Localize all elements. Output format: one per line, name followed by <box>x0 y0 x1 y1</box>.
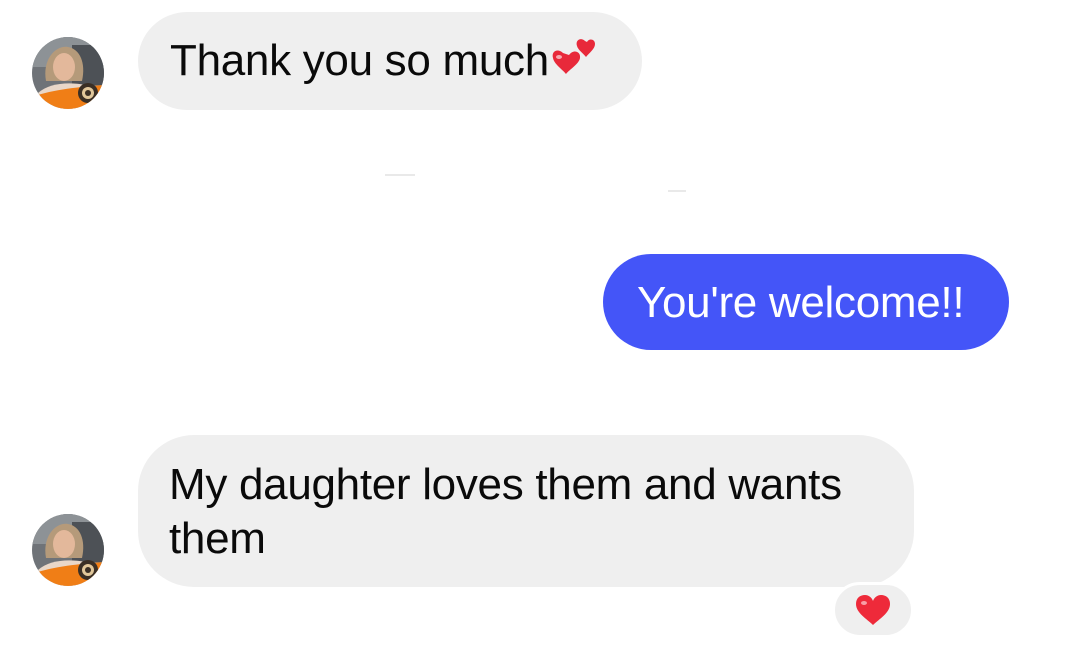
message-bubble-incoming[interactable]: Thank you so much <box>138 12 642 110</box>
message-bubble-outgoing[interactable]: You're welcome!! <box>603 254 1009 350</box>
avatar-photo-icon <box>32 37 104 109</box>
contact-avatar[interactable] <box>32 514 104 586</box>
message-text: Thank you so much <box>170 36 549 85</box>
avatar-photo-icon <box>32 514 104 586</box>
separator-mark <box>385 174 415 176</box>
red-heart-icon <box>856 595 890 625</box>
message-reaction[interactable] <box>832 582 914 638</box>
message-text: You're welcome!! <box>637 278 965 327</box>
message-text: My daughter loves them and wants them <box>169 460 842 563</box>
two-hearts-icon <box>551 36 599 76</box>
message-bubble-incoming[interactable]: My daughter loves them and wants them <box>138 435 914 587</box>
contact-avatar[interactable] <box>32 37 104 109</box>
separator-mark <box>668 190 686 192</box>
